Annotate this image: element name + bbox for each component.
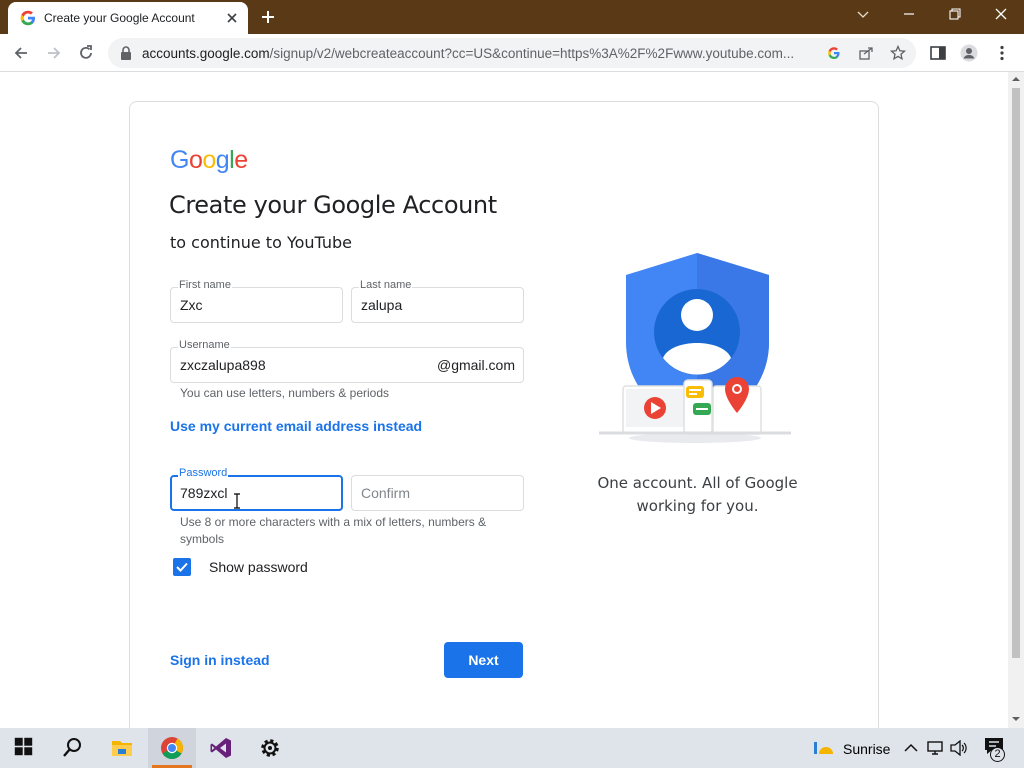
back-arrow-icon[interactable] [12,44,30,62]
scroll-up-arrow-icon[interactable] [1012,75,1020,83]
username-label: Username [178,339,231,351]
profile-avatar-icon[interactable] [960,44,978,62]
sign-in-instead-link[interactable]: Sign in instead [170,652,270,668]
logo-letter: G [170,146,189,174]
close-tab-icon[interactable] [224,10,240,26]
taskbar-chrome[interactable] [148,728,196,768]
scrollbar-thumb[interactable] [1012,88,1020,658]
google-logo: Google [170,146,248,175]
notification-count-badge: 2 [990,747,1005,762]
folder-icon [112,741,132,756]
last-name-label: Last name [359,279,413,291]
taskbar-file-explorer[interactable] [98,728,146,768]
search-icon [63,738,81,757]
network-icon[interactable] [926,740,944,756]
volume-icon[interactable] [950,740,968,756]
first-name-label: First name [178,279,232,291]
tagline: One account. All of Google working for y… [597,474,798,515]
weather-sunrise-icon[interactable] [812,740,836,756]
taskbar-visual-studio[interactable] [197,728,245,768]
chrome-icon [161,737,183,759]
taskbar-settings[interactable] [246,728,294,768]
use-current-email-link[interactable]: Use my current email address instead [170,418,422,434]
password-hint: Use 8 or more characters with a mix of l… [180,515,487,546]
signup-card: Google Create your Google Account to con… [129,101,879,728]
account-shield-illustration [599,253,791,443]
notification-center-button[interactable]: 2 [983,736,1007,762]
url-host: accounts.google.com [142,46,270,61]
taskbar-search-button[interactable] [48,728,96,768]
gear-icon [261,739,279,757]
restore-icon[interactable] [947,6,963,22]
logo-letter: e [234,146,248,174]
windows-logo-icon [14,737,33,756]
url-text[interactable]: accounts.google.com/signup/v2/webcreatea… [142,46,817,61]
forward-arrow-icon[interactable] [45,44,63,62]
new-tab-icon[interactable] [260,9,276,25]
weather-label[interactable]: Sunrise [843,741,890,757]
checkmark-icon [176,562,188,572]
page-subtitle: to continue to YouTube [170,233,353,252]
page-content: Google Create your Google Account to con… [0,72,1008,728]
password-field[interactable]: Password 789zxcl [170,467,343,511]
next-button[interactable]: Next [444,642,523,678]
side-panel-icon[interactable] [929,44,947,62]
first-name-value: Zxc [180,297,203,313]
share-icon[interactable] [858,45,874,61]
bookmark-star-icon[interactable] [890,45,906,61]
minimize-icon[interactable] [901,6,917,22]
logo-letter: g [215,146,230,174]
url-path: /signup/v2/webcreateaccount?cc=US&contin… [269,46,795,61]
text-cursor-icon [234,493,240,509]
username-hint: You can use letters, numbers & periods [180,386,390,400]
logo-letter: o [202,146,216,174]
last-name-field[interactable]: Last name zalupa [351,279,524,323]
chevron-up-icon[interactable] [904,742,918,754]
browser-toolbar: accounts.google.com/signup/v2/webcreatea… [0,34,1024,72]
active-tab[interactable]: Create your Google Account [8,2,248,34]
page-scrollbar[interactable] [1008,72,1024,728]
show-password-checkbox[interactable] [173,558,191,576]
username-value: zxczalupa898 [180,357,266,373]
username-field[interactable]: Username zxczalupa898 @gmail.com [170,339,524,383]
close-window-icon[interactable] [993,6,1009,22]
google-favicon-icon [20,10,35,26]
tab-title: Create your Google Account [44,11,195,25]
page-title: Create your Google Account [169,191,497,219]
first-name-field[interactable]: First name Zxc [170,279,343,323]
lock-icon[interactable] [120,46,132,60]
visual-studio-icon [210,738,231,758]
start-button[interactable] [0,728,48,768]
more-menu-icon[interactable] [993,44,1011,62]
tab-strip: Create your Google Account [0,0,1024,34]
last-name-value: zalupa [361,297,403,313]
show-password-label[interactable]: Show password [209,559,308,575]
password-label: Password [178,467,229,479]
tab-search-icon[interactable] [855,6,871,22]
logo-letter: o [188,146,203,174]
confirm-password-field[interactable]: Confirm [351,475,524,511]
reload-icon[interactable] [77,44,95,62]
password-value: 789zxcl [180,485,228,501]
windows-taskbar: Sunrise 2 [0,728,1024,768]
gmail-suffix: @gmail.com [436,357,515,373]
confirm-placeholder: Confirm [361,485,411,501]
google-lens-icon[interactable] [826,45,842,61]
scroll-down-arrow-icon[interactable] [1012,715,1020,723]
address-bar[interactable]: accounts.google.com/signup/v2/webcreatea… [108,38,916,68]
